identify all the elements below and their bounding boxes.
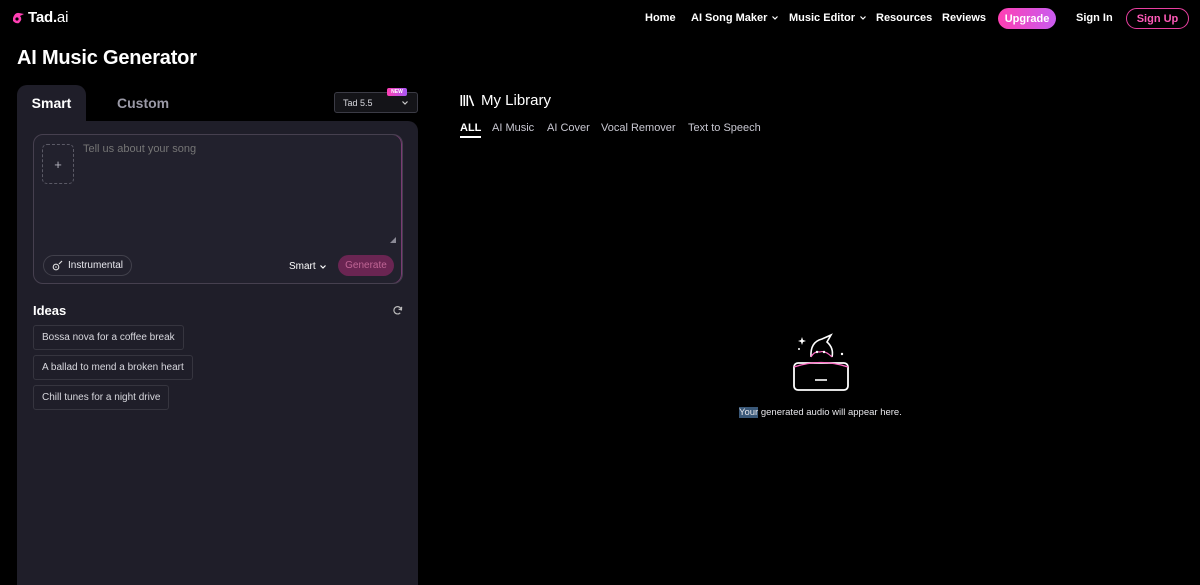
chevron-down-icon <box>772 16 779 20</box>
library-tab-ai-cover[interactable]: AI Cover <box>547 122 590 134</box>
sign-up-button[interactable]: Sign Up <box>1126 8 1189 29</box>
top-nav: Tad.ai Home AI Song Maker Music Editor R… <box>0 0 1200 36</box>
nav-ai-song-maker[interactable]: AI Song Maker <box>691 12 779 24</box>
nav-resources[interactable]: Resources <box>876 12 932 24</box>
generate-button[interactable]: Generate <box>338 255 394 276</box>
chevron-down-icon <box>860 16 866 20</box>
plus-icon: + <box>54 156 62 172</box>
page-title: AI Music Generator <box>17 47 197 69</box>
library-icon <box>460 95 475 107</box>
generator-tabs: Smart Custom Tad 5.5 <box>17 85 418 121</box>
logo-text: Tad.ai <box>28 9 69 26</box>
sign-in-link[interactable]: Sign In <box>1076 12 1113 24</box>
nav-reviews[interactable]: Reviews <box>942 12 986 24</box>
new-badge: NEW <box>387 88 426 96</box>
library-tab-ai-music[interactable]: AI Music <box>492 122 534 134</box>
empty-box-icon <box>793 333 849 391</box>
upload-button[interactable]: + <box>42 144 74 184</box>
ideas-title: Ideas <box>33 303 67 318</box>
library-title: My Library <box>460 92 551 109</box>
chevron-down-icon <box>402 101 408 105</box>
resize-handle-icon[interactable] <box>390 237 396 243</box>
tab-smart[interactable]: Smart <box>17 85 86 121</box>
prompt-box: + Instrumental Smart Generate <box>33 134 403 284</box>
logo[interactable]: Tad.ai <box>11 9 68 26</box>
generator-panel: + Instrumental Smart Generate Ideas Boss… <box>17 121 418 585</box>
library-tab-vocal-remover[interactable]: Vocal Remover <box>601 122 676 134</box>
instrumental-toggle[interactable]: Instrumental <box>43 255 132 276</box>
refresh-icon[interactable] <box>392 305 403 316</box>
upgrade-button[interactable]: Upgrade <box>998 8 1056 29</box>
logo-icon <box>13 12 24 23</box>
tab-custom[interactable]: Custom <box>117 95 169 111</box>
idea-chip[interactable]: A ballad to mend a broken heart <box>33 355 193 380</box>
library-tab-all[interactable]: ALL <box>460 122 482 138</box>
nav-home[interactable]: Home <box>645 12 676 24</box>
guitar-icon <box>52 260 63 271</box>
idea-chip[interactable]: Chill tunes for a night drive <box>33 385 170 410</box>
nav-music-editor[interactable]: Music Editor <box>789 12 867 24</box>
empty-state-text: Your generated audio will appear here. <box>739 407 902 418</box>
prompt-input[interactable] <box>83 143 393 155</box>
idea-chip[interactable]: Bossa nova for a coffee break <box>33 325 184 350</box>
mode-select[interactable]: Smart <box>289 261 327 272</box>
library-tab-text-to-speech[interactable]: Text to Speech <box>688 122 761 134</box>
chevron-down-icon <box>319 264 326 269</box>
